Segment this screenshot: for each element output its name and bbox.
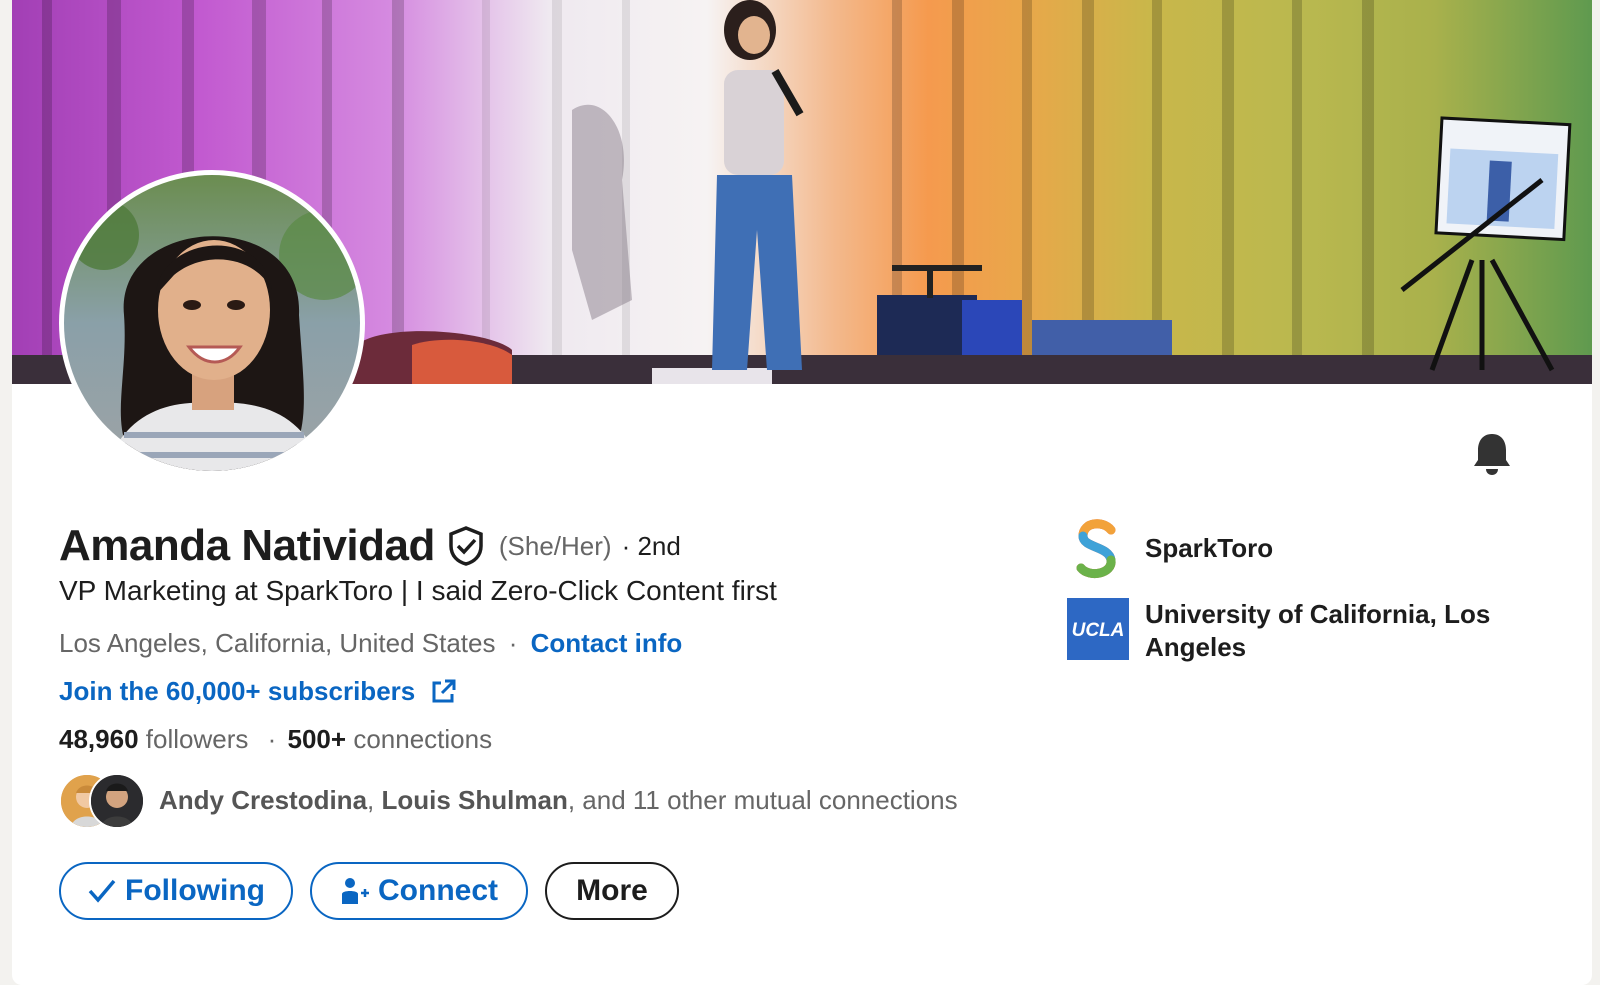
more-label: More	[576, 874, 648, 907]
contact-info-link[interactable]: Contact info	[531, 628, 683, 658]
profile-headline: VP Marketing at SparkToro | I said Zero-…	[59, 575, 777, 606]
mutual-name-1[interactable]: Andy Crestodina	[159, 785, 367, 815]
org-name: SparkToro	[1145, 533, 1274, 563]
check-icon	[88, 879, 116, 903]
profile-photo[interactable]	[59, 170, 365, 476]
stats-separator: ·	[267, 724, 277, 754]
connections-count: 500+	[287, 724, 347, 754]
profile-name: Amanda Natividad	[59, 521, 435, 570]
org-ucla[interactable]: UCLA University of California, Los Angel…	[1067, 598, 1547, 664]
followers-count: 48,960	[59, 724, 139, 754]
more-button[interactable]: More	[545, 862, 679, 920]
website-link[interactable]: Join the 60,000+ subscribers	[59, 676, 457, 707]
verified-shield-icon[interactable]	[447, 526, 485, 566]
website-label: Join the 60,000+ subscribers	[59, 676, 416, 706]
org-sparktoro[interactable]: SparkToro	[1067, 518, 1547, 580]
ucla-logo-icon: UCLA	[1067, 598, 1129, 660]
name-row: Amanda Natividad (She/Her) · 2nd	[59, 520, 681, 572]
location-row: Los Angeles, California, United States ·…	[59, 628, 682, 659]
connections-label[interactable]: connections	[353, 724, 492, 754]
sparktoro-logo-icon	[1067, 518, 1129, 580]
profile-photo-image	[64, 175, 360, 471]
mutual-name-2[interactable]: Louis Shulman	[382, 785, 568, 815]
connection-degree: · 2nd	[621, 530, 681, 561]
mutual-avatars	[59, 772, 149, 829]
following-button[interactable]: Following	[59, 862, 293, 920]
external-link-icon	[432, 679, 456, 702]
network-stats: 48,960 followers · 500+ connections	[59, 724, 492, 755]
connect-label: Connect	[378, 874, 498, 907]
mutual-connections[interactable]: Andy Crestodina, Louis Shulman, and 11 o…	[59, 772, 958, 829]
mutual-connections-text: Andy Crestodina, Louis Shulman, and 11 o…	[159, 785, 958, 816]
pronouns: (She/Her)	[498, 530, 612, 561]
following-label: Following	[125, 874, 265, 907]
mutual-rest: , and 11 other mutual connections	[567, 784, 958, 815]
notification-bell-icon[interactable]	[1472, 432, 1512, 476]
mutual-sep: ,	[367, 784, 375, 815]
followers-label[interactable]: followers	[146, 724, 249, 754]
profile-card: Amanda Natividad (She/Her) · 2nd VP Mark…	[12, 0, 1592, 985]
org-name: University of California, Los Angeles	[1145, 599, 1491, 662]
mutual-avatar-2	[89, 773, 145, 829]
add-person-icon	[342, 878, 369, 904]
separator: ·	[508, 628, 518, 658]
organizations: SparkToro UCLA University of California,…	[1067, 518, 1547, 682]
ucla-logo-text: UCLA	[1072, 620, 1125, 641]
location: Los Angeles, California, United States	[59, 628, 496, 658]
connect-button[interactable]: Connect	[310, 862, 528, 920]
